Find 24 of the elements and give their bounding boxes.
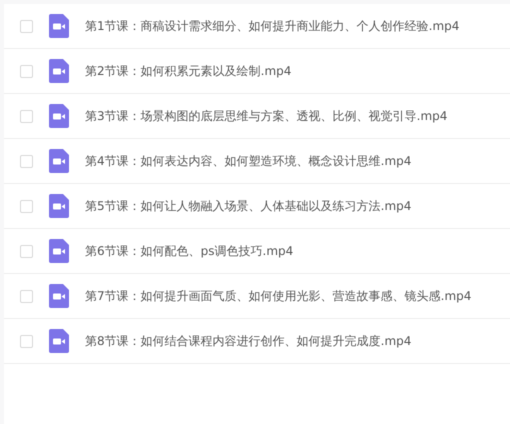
video-file-icon <box>49 329 69 353</box>
video-file-icon <box>49 14 69 38</box>
file-name[interactable]: 第2节课：如何积累元素以及绘制.mp4 <box>85 62 292 80</box>
video-file-icon <box>49 239 69 263</box>
checkbox[interactable] <box>20 200 33 212</box>
video-file-icon <box>49 59 69 83</box>
checkbox[interactable] <box>20 20 33 32</box>
file-name[interactable]: 第3节课：场景构图的底层思维与方案、透视、比例、视觉引导.mp4 <box>85 108 448 124</box>
video-file-icon <box>49 194 69 218</box>
checkbox[interactable] <box>20 334 33 348</box>
checkbox[interactable] <box>20 244 33 258</box>
file-name[interactable]: 第5节课：如何让人物融入场景、人体基础以及练习方法.mp4 <box>85 198 412 214</box>
video-file-icon <box>49 284 69 308</box>
file-name[interactable]: 第1节课：商稿设计需求细分、如何提升商业能力、个人创作经验.mp4 <box>85 18 460 34</box>
checkbox[interactable] <box>20 110 33 122</box>
video-file-icon <box>49 104 69 128</box>
checkbox[interactable] <box>20 64 33 78</box>
file-name[interactable]: 第8节课：如何结合课程内容进行创作、如何提升完成度.mp4 <box>85 332 412 350</box>
file-name[interactable]: 第4节课：如何表达内容、如何塑造环境、概念设计思维.mp4 <box>85 152 412 170</box>
file-name[interactable]: 第7节课：如何提升画面气质、如何使用光影、营造故事感、镜头感.mp4 <box>85 288 472 304</box>
checkbox[interactable] <box>20 290 33 302</box>
video-file-icon <box>49 149 69 173</box>
checkbox[interactable] <box>20 154 33 168</box>
file-name[interactable]: 第6节课：如何配色、ps调色技巧.mp4 <box>85 242 294 260</box>
